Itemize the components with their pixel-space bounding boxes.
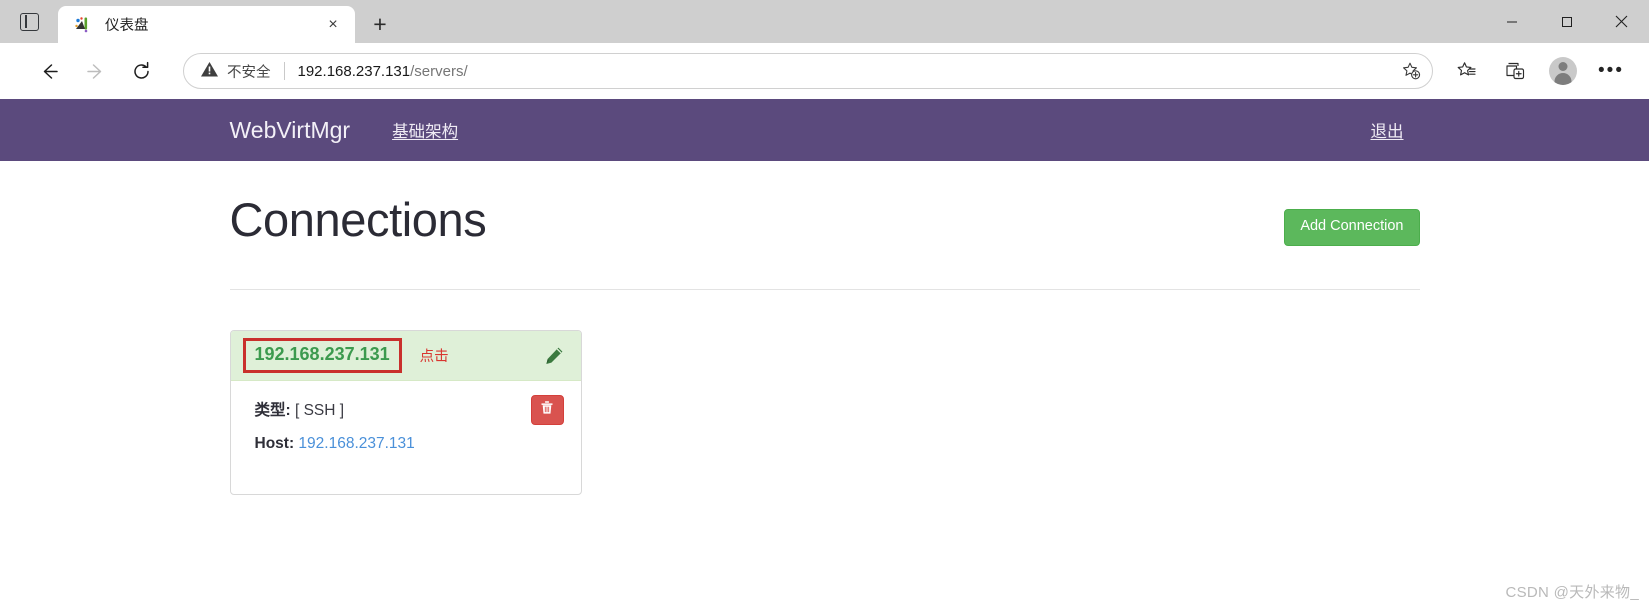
security-label: 不安全 bbox=[227, 64, 271, 81]
connection-field-type-label: 类型: bbox=[254, 402, 291, 419]
favorites-star-list-icon[interactable] bbox=[1449, 53, 1485, 89]
connection-field-host-value: 192.168.237.131 bbox=[298, 435, 415, 453]
maximize-icon[interactable] bbox=[1539, 0, 1594, 43]
connection-name-highlight: 192.168.237.131 bbox=[242, 338, 402, 373]
new-tab-button[interactable]: + bbox=[363, 7, 397, 41]
collections-icon[interactable] bbox=[1497, 53, 1533, 89]
avatar bbox=[1549, 57, 1577, 85]
connection-name-link[interactable]: 192.168.237.131 bbox=[255, 344, 390, 364]
forward-arrow-icon bbox=[77, 53, 113, 89]
click-annotation: 点击 bbox=[419, 349, 449, 365]
page-header: Connections Add Connection bbox=[229, 193, 1420, 290]
back-arrow-icon[interactable] bbox=[31, 53, 67, 89]
delete-connection-button[interactable] bbox=[530, 395, 564, 425]
page-title: Connections bbox=[229, 193, 487, 246]
connection-card-body: 类型: [ SSH ] Host: 192.168.237.131 bbox=[231, 381, 581, 494]
profile-avatar-icon[interactable] bbox=[1545, 53, 1581, 89]
trash-icon bbox=[540, 400, 554, 420]
ellipsis-glyph: ••• bbox=[1598, 60, 1624, 82]
connection-field-host: Host: 192.168.237.131 bbox=[255, 434, 557, 453]
url-host: 192.168.237.131 bbox=[297, 62, 411, 80]
url-path: /servers/ bbox=[410, 62, 468, 80]
connection-card: 192.168.237.131 点击 类型: [SSH] Host: 192… bbox=[229, 330, 582, 495]
warning-triangle-icon bbox=[200, 60, 219, 83]
pencil-icon[interactable] bbox=[541, 343, 567, 369]
browser-window: 仪表盘 × + 不安全 192.168.237.131/servers/ •••… bbox=[0, 0, 1649, 608]
navbar-inner: WebVirtMgr 基础架构 退出 bbox=[230, 99, 1420, 161]
omnibox-divider bbox=[283, 62, 285, 80]
connection-field-type: 类型: [ SSH ] bbox=[255, 401, 557, 420]
watermark: CSDN @天外来物_ bbox=[1505, 584, 1639, 601]
page-viewport: WebVirtMgr 基础架构 退出 Connections Add Conne… bbox=[0, 99, 1649, 608]
tab-actions-button[interactable] bbox=[0, 0, 58, 43]
webvirtmgr-favicon bbox=[74, 16, 92, 34]
connections-list: 192.168.237.131 点击 类型: [SSH] Host: 192… bbox=[229, 290, 1420, 495]
browser-tab[interactable]: 仪表盘 × bbox=[58, 6, 355, 43]
tab-search-icon bbox=[19, 12, 39, 31]
minimize-icon[interactable] bbox=[1484, 0, 1539, 43]
url-text: 192.168.237.131/servers/ bbox=[298, 63, 468, 80]
connection-field-type-value: [ SSH ] bbox=[294, 402, 345, 419]
app-brand[interactable]: WebVirtMgr bbox=[230, 118, 351, 142]
connection-card-header: 192.168.237.131 点击 bbox=[230, 331, 581, 381]
page-container: Connections Add Connection 192.168.237.1… bbox=[229, 161, 1420, 495]
nav-link-logout[interactable]: 退出 bbox=[1371, 118, 1404, 142]
add-connection-button[interactable]: Add Connection bbox=[1284, 209, 1420, 246]
close-icon[interactable] bbox=[1594, 0, 1649, 43]
browser-toolbar: 不安全 192.168.237.131/servers/ ••• bbox=[0, 43, 1649, 99]
reload-icon[interactable] bbox=[123, 53, 159, 89]
connection-field-host-label: Host: bbox=[254, 435, 295, 453]
browser-titlebar: 仪表盘 × + bbox=[0, 0, 1649, 43]
window-controls bbox=[1484, 0, 1649, 43]
add-favorite-star-icon[interactable] bbox=[1396, 56, 1426, 86]
more-options-ellipsis[interactable]: ••• bbox=[1593, 53, 1629, 89]
security-status[interactable]: 不安全 bbox=[200, 60, 271, 83]
app-navbar: WebVirtMgr 基础架构 退出 bbox=[0, 99, 1649, 161]
address-bar[interactable]: 不安全 192.168.237.131/servers/ bbox=[183, 53, 1433, 89]
tab-close-icon[interactable]: × bbox=[321, 13, 345, 37]
nav-link-infrastructure[interactable]: 基础架构 bbox=[392, 118, 458, 142]
tab-title: 仪表盘 bbox=[105, 18, 149, 34]
